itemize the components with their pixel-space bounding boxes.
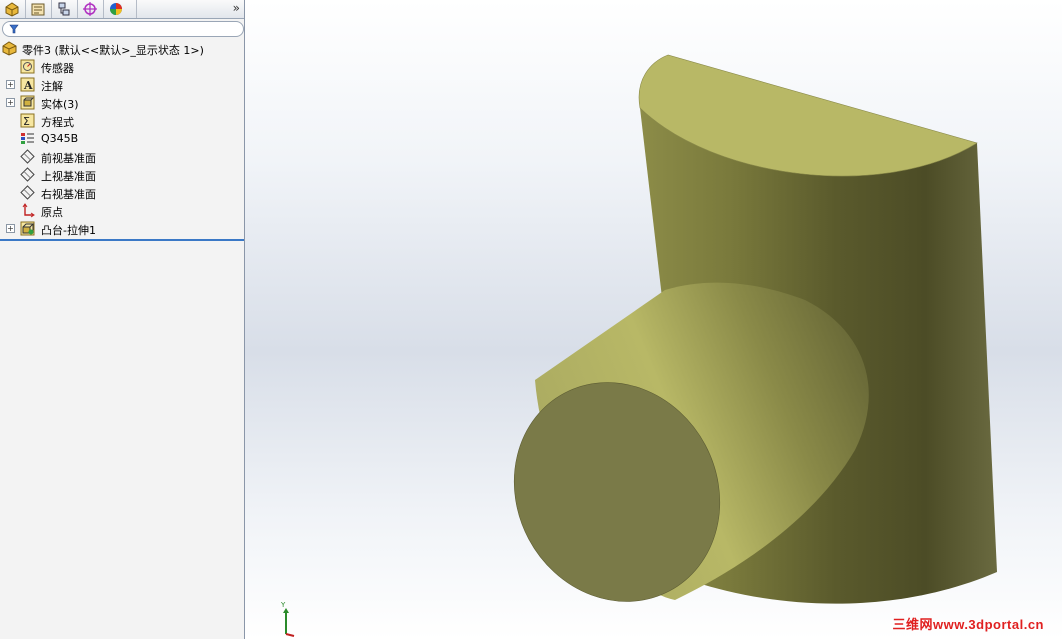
property-manager-icon [31,3,45,16]
expand-toggle[interactable]: + [6,224,15,233]
tree-item-origin[interactable]: 原点 [0,202,244,220]
plane-icon [20,167,35,182]
tree-item-equations[interactable]: Σ 方程式 [0,112,244,130]
expand-toggle[interactable]: + [6,80,15,89]
feature-manager-icon [5,2,19,17]
filter-icon [9,24,19,34]
tree-item-label: Q345B [41,132,79,145]
tab-feature-manager[interactable] [0,0,26,18]
svg-text:Σ: Σ [23,115,30,128]
rollback-bar[interactable] [0,239,244,241]
origin-icon [22,203,35,218]
tree-root-part[interactable]: 零件3 (默认<<默认>_显示状态 1>) [0,40,244,58]
tree-item-label: 原点 [41,206,63,219]
sensor-icon [20,59,35,74]
dimxpert-manager-icon [83,2,97,16]
tab-display-manager[interactable] [104,0,137,18]
extrude-feature-icon [20,221,35,236]
tree-item-sensors[interactable]: 传感器 [0,58,244,76]
model-3d-view[interactable] [245,0,1062,639]
manager-tab-bar: » [0,0,244,19]
triad-y-label: Y [280,601,286,609]
axis-triad: Y [280,601,295,637]
annotation-icon: A [20,77,35,92]
tree-item-label: 前视基准面 [41,152,96,165]
tree-item-top-plane[interactable]: 上视基准面 [0,166,244,184]
tree-item-label: 上视基准面 [41,170,96,183]
tree-item-label: 实体(3) [41,98,79,111]
tree-item-label: 右视基准面 [41,188,96,201]
solid-bodies-icon [20,95,35,110]
tree-item-annotations[interactable]: + A 注解 [0,76,244,94]
tree-item-right-plane[interactable]: 右视基准面 [0,184,244,202]
svg-text:A: A [23,79,33,92]
expand-toggle[interactable]: + [6,98,15,107]
tree-item-label: 方程式 [41,116,74,129]
tree-item-label: 凸台-拉伸1 [41,224,96,237]
equations-icon: Σ [20,113,35,128]
tab-configuration-manager[interactable] [52,0,78,18]
tab-property-manager[interactable] [26,0,52,18]
configuration-manager-icon [58,2,70,16]
watermark: 三维网www.3dportal.cn [892,617,1044,632]
tab-dimxpert-manager[interactable] [78,0,104,18]
tree-filter-input[interactable] [2,21,244,37]
tree-item-material[interactable]: Q345B [0,130,244,148]
tree-item-boss-extrude[interactable]: + 凸台-拉伸1 [0,220,244,238]
graphics-viewport[interactable] [245,0,1062,639]
tree-item-label: 注解 [41,80,63,93]
plane-icon [20,149,35,164]
material-icon [21,133,34,144]
plane-icon [20,185,35,200]
expand-panel-button[interactable]: » [233,1,240,15]
part-icon [2,41,17,56]
tree-item-label: 传感器 [41,62,74,75]
feature-manager-panel: » 零件3 (默认<<默认>_显示状态 1>) 传感器 + A 注解 + 实体(… [0,0,245,639]
display-manager-icon [110,3,122,15]
tree-item-solid-bodies[interactable]: + 实体(3) [0,94,244,112]
root-part-label: 零件3 (默认<<默认>_显示状态 1>) [22,44,204,57]
tree-item-front-plane[interactable]: 前视基准面 [0,148,244,166]
